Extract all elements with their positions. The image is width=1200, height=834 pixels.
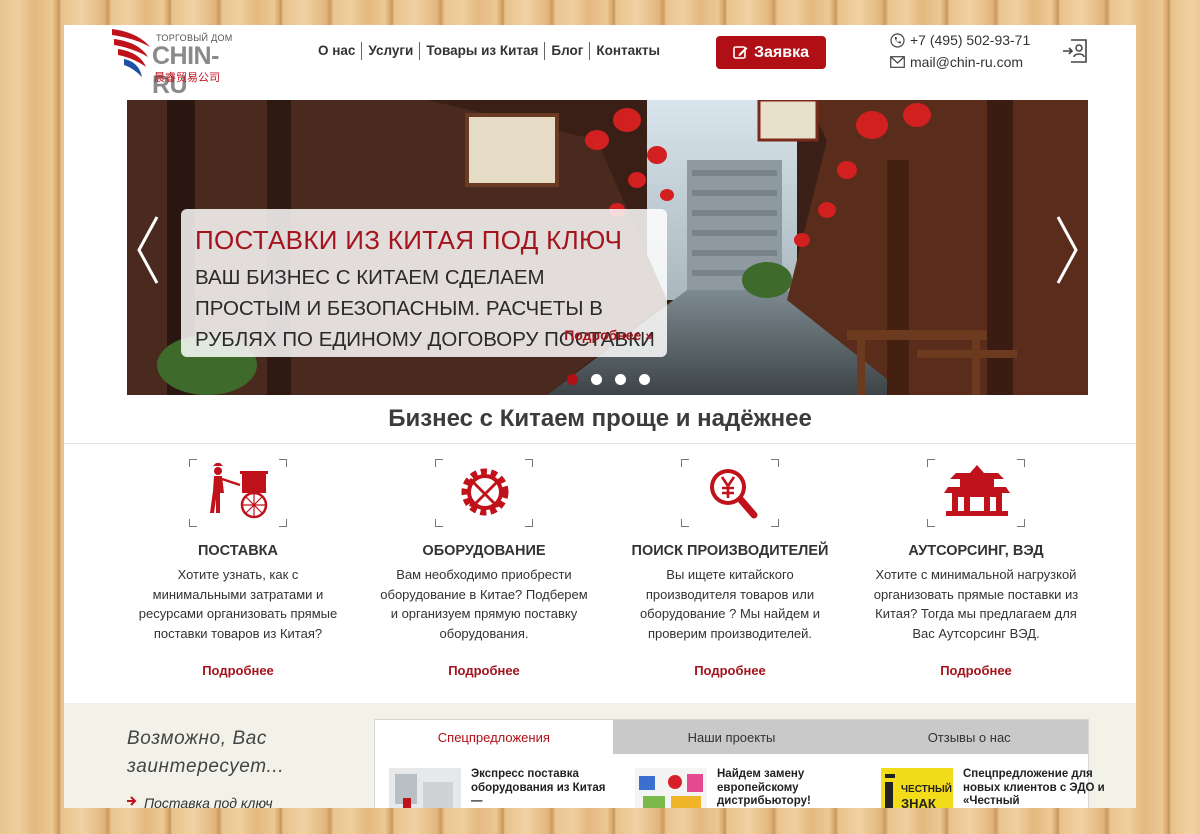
feature-more-link[interactable]: Подробнее xyxy=(856,663,1096,678)
nav-item-contacts[interactable]: Контакты xyxy=(590,42,666,60)
arrow-right-icon xyxy=(127,796,137,806)
offer-item[interactable]: Найдем замену европейскому дистрибьютору… xyxy=(635,768,865,808)
sidebar-heading: Возможно, Вас заинтересует... xyxy=(127,725,284,781)
feature-icon-frame xyxy=(927,459,1025,527)
tab-row: Спецпредложения Наши проекты Отзывы о на… xyxy=(375,720,1088,754)
feature-title: ОБОРУДОВАНИЕ xyxy=(422,543,546,559)
main-nav: О нас Услуги Товары из Китая Блог Контак… xyxy=(312,42,666,60)
feature-more-link[interactable]: Подробнее xyxy=(118,663,358,678)
nav-item-services[interactable]: Услуги xyxy=(362,42,421,60)
feature-supplier-search: ПОИСК ПРОИЗВОДИТЕЛЕЙ Вы ищете китайского… xyxy=(610,459,850,678)
login-icon[interactable] xyxy=(1062,38,1088,64)
page: ТОРГОВЫЙ ДОМ CHIN-RU 晨睿贸易公司 О нас Услуги… xyxy=(64,25,1136,808)
thumb-label-2: ЗНАК xyxy=(901,796,936,808)
feature-text: Вы ищете китайского производителя товаро… xyxy=(639,567,821,641)
feature-icon-frame xyxy=(435,459,533,527)
request-button[interactable]: Заявка xyxy=(716,36,826,69)
phone-number: +7 (495) 502-93-71 xyxy=(910,32,1031,48)
nav-item-blog[interactable]: Блог xyxy=(545,42,591,60)
thumb-label-1: ЧЕСТНЫЙ xyxy=(901,782,952,795)
slider-dot-1[interactable] xyxy=(567,374,578,385)
nav-item-about[interactable]: О нас xyxy=(312,42,363,60)
divider xyxy=(64,443,1136,444)
mail-icon xyxy=(890,56,905,68)
logo[interactable]: ТОРГОВЫЙ ДОМ CHIN-RU 晨睿贸易公司 xyxy=(110,27,250,99)
tab-special-offers[interactable]: Спецпредложения xyxy=(375,720,613,754)
tabs-panel: Спецпредложения Наши проекты Отзывы о на… xyxy=(374,719,1105,808)
sidebar-heading-line2: заинтересует... xyxy=(127,756,285,777)
phone-contact[interactable]: +7 (495) 502-93-71 xyxy=(890,32,1030,48)
rickshaw-icon xyxy=(210,463,268,519)
slider-dots xyxy=(567,374,650,385)
slider-title: ПОСТАВКИ ИЗ КИТАЯ ПОД КЛЮЧ xyxy=(195,225,623,255)
slider-prev-arrow-icon[interactable] xyxy=(135,215,161,285)
slider-dot-4[interactable] xyxy=(639,374,650,385)
offer-text: Найдем замену европейскому дистрибьютору… xyxy=(717,768,811,807)
slider-dot-3[interactable] xyxy=(615,374,626,385)
offer-thumbnail xyxy=(635,768,707,808)
offer-text: Спецпредложение для новых клиентов с ЭДО… xyxy=(963,768,1105,807)
feature-outsourcing: АУТСОРСИНГ, ВЭД Хотите с минимальной наг… xyxy=(856,459,1096,678)
slider-next-arrow-icon[interactable] xyxy=(1054,215,1080,285)
feature-equipment: ОБОРУДОВАНИЕ Вам необходимо приобрести о… xyxy=(364,459,604,678)
feature-more-link[interactable]: Подробнее xyxy=(364,663,604,678)
gear-wrench-icon xyxy=(461,468,509,516)
email-contact[interactable]: mail@chin-ru.com xyxy=(890,54,1023,70)
section-headline: Бизнес с Китаем проще и надёжнее xyxy=(388,405,812,432)
feature-text: Хотите с минимальной нагрузкой организов… xyxy=(873,567,1079,641)
nav-item-goods[interactable]: Товары из Китая xyxy=(420,42,546,60)
chestny-znak-thumbnail: ЧЕСТНЫЙ ЗНАК xyxy=(881,768,953,808)
feature-title: АУТСОРСИНГ, ВЭД xyxy=(908,543,1044,559)
logo-chinese: 晨睿贸易公司 xyxy=(154,72,220,84)
yuan-search-icon xyxy=(710,469,758,519)
slider-caption: ПОСТАВКИ ИЗ КИТАЯ ПОД КЛЮЧ ВАШ БИЗНЕС С … xyxy=(181,209,667,357)
feature-icon-frame xyxy=(189,459,287,527)
email-address: mail@chin-ru.com xyxy=(910,54,1024,70)
feature-delivery: ПОСТАВКА Хотите узнать, как с минимальны… xyxy=(118,459,358,678)
feature-more-link[interactable]: Подробнее xyxy=(610,663,850,678)
slider-dot-2[interactable] xyxy=(591,374,602,385)
feature-icon-frame xyxy=(681,459,779,527)
phone-icon xyxy=(890,32,905,48)
sidebar-heading-line1: Возможно, Вас xyxy=(127,728,268,749)
offer-item[interactable]: Экспресс поставка оборудования из Китая … xyxy=(389,768,619,808)
feature-text: Вам необходимо приобрести оборудование в… xyxy=(380,567,588,641)
edit-icon xyxy=(733,46,748,59)
sidebar-link[interactable]: Поставка под ключ xyxy=(127,795,273,808)
request-button-label: Заявка xyxy=(754,43,809,61)
feature-title: ПОИСК ПРОИЗВОДИТЕЛЕЙ xyxy=(631,543,829,559)
feature-title: ПОСТАВКА xyxy=(197,543,279,559)
slider-more-link[interactable]: Подробнее » xyxy=(564,327,653,343)
hero-slider: ПОСТАВКИ ИЗ КИТАЯ ПОД КЛЮЧ ВАШ БИЗНЕС С … xyxy=(127,100,1088,395)
sidebar-link-label: Поставка под ключ xyxy=(144,795,273,808)
tab-reviews[interactable]: Отзывы о нас xyxy=(850,720,1088,754)
pagoda-icon xyxy=(944,465,1010,516)
tab-our-projects[interactable]: Наши проекты xyxy=(613,720,851,754)
offer-item[interactable]: ЧЕСТНЫЙ ЗНАК Спецпредложение для новых к… xyxy=(881,768,1111,808)
offer-thumbnail xyxy=(389,768,461,808)
wings-logo-icon xyxy=(112,29,150,77)
offer-text: Экспресс поставка оборудования из Китая … xyxy=(471,768,606,807)
bottom-section: Возможно, Вас заинтересует... Поставка п… xyxy=(64,703,1136,808)
feature-text: Хотите узнать, как с минимальными затрат… xyxy=(138,567,338,641)
